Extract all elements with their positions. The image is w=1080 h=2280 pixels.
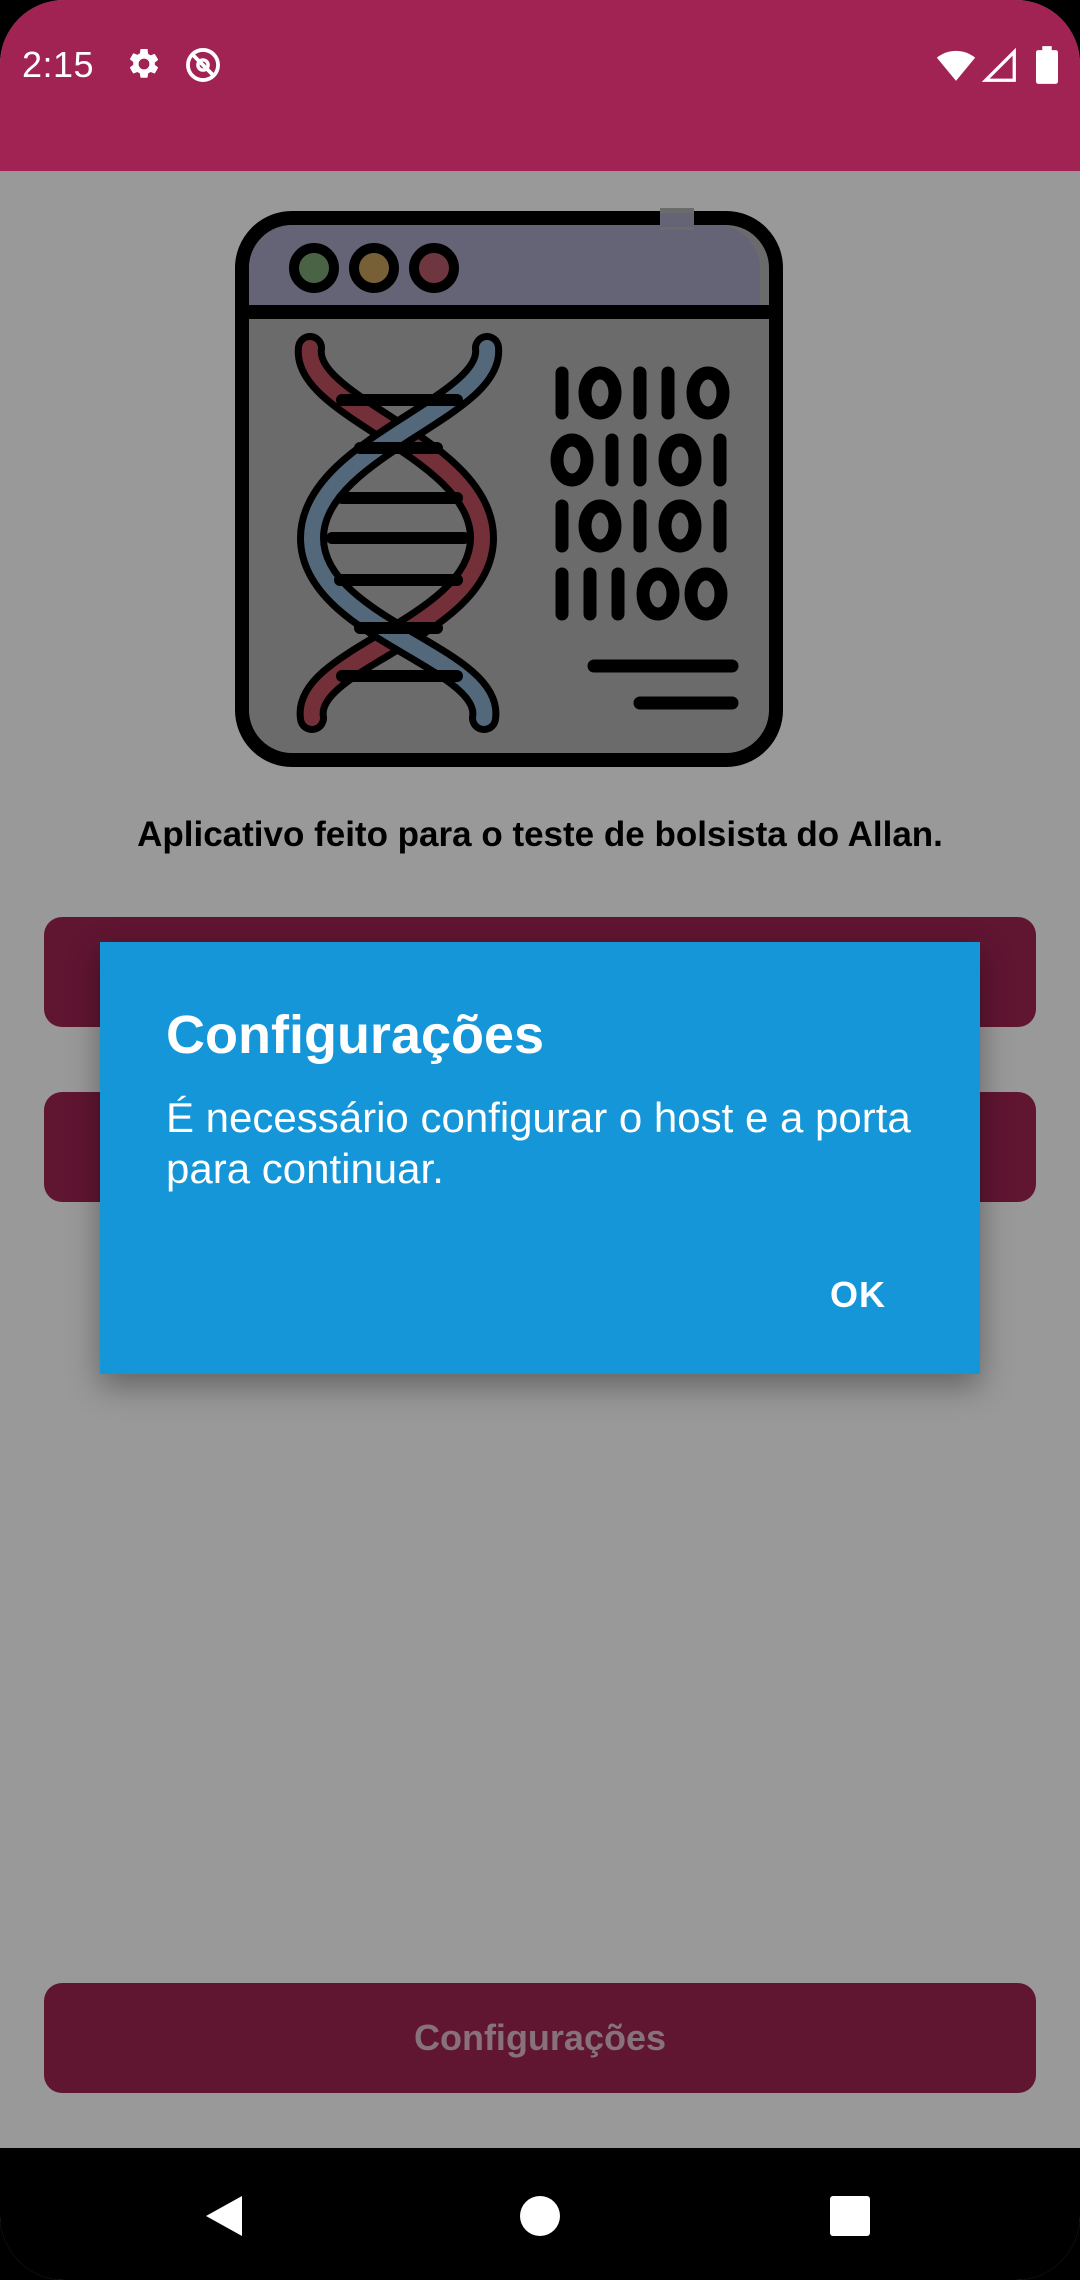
- signal-icon: [981, 47, 1018, 89]
- navigation-bar: [0, 2148, 1080, 2280]
- settings-required-dialog: Configurações É necessário configurar o …: [100, 942, 980, 1374]
- gear-icon: [126, 46, 162, 87]
- wifi-icon: [936, 48, 976, 87]
- do-not-disturb-icon: [184, 46, 222, 89]
- status-bar: 2:15: [0, 0, 1080, 171]
- back-icon[interactable]: [202, 2192, 246, 2245]
- battery-icon: [1036, 46, 1058, 89]
- status-time: 2:15: [22, 44, 95, 85]
- dialog-message: É necessário configurar o host e a porta…: [166, 1094, 911, 1192]
- phone-screen: 2:15 Aplicativo feito para o teste de bo…: [0, 0, 1080, 2280]
- dialog-ok-button[interactable]: OK: [826, 1264, 890, 1326]
- home-icon[interactable]: [518, 2192, 562, 2245]
- dialog-title: Configurações: [166, 1005, 545, 1065]
- recents-icon[interactable]: [828, 2192, 872, 2245]
